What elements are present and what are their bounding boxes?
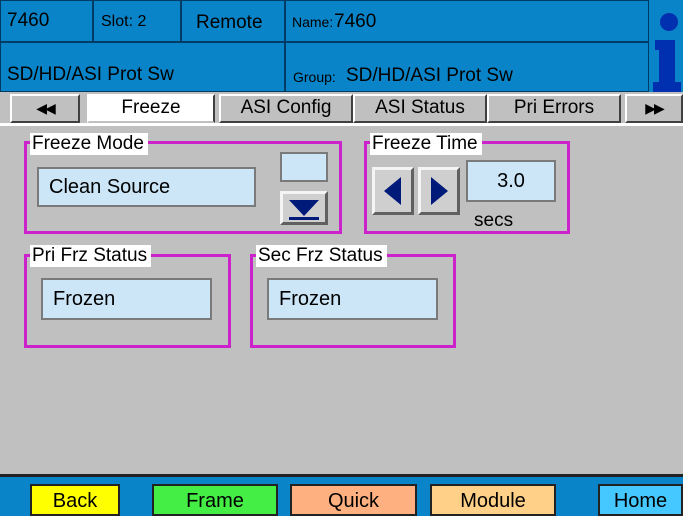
tab-label: ASI Config bbox=[240, 97, 332, 118]
group-value: SD/HD/ASI Prot Sw bbox=[346, 65, 513, 86]
freeze-mode-list-box bbox=[280, 152, 328, 182]
sec-frz-status-value: Frozen bbox=[267, 278, 438, 320]
name-cell: Name: 7460 bbox=[285, 0, 649, 42]
tab-scroll-left[interactable]: ◀◀ bbox=[10, 94, 80, 123]
tab-underline bbox=[0, 123, 683, 126]
remote-mode: Remote bbox=[196, 12, 263, 33]
freeze-time-decrement-button[interactable] bbox=[372, 167, 414, 215]
scroll-left-icon: ◀◀ bbox=[36, 100, 55, 116]
mode-cell: Remote bbox=[181, 0, 285, 42]
module-button[interactable]: Module bbox=[430, 484, 556, 516]
pri-frz-status-title: Pri Frz Status bbox=[30, 245, 152, 267]
frame-id-cell: 7460 bbox=[0, 0, 93, 42]
tab-asi-config[interactable]: ASI Config bbox=[219, 94, 353, 123]
name-value: 7460 bbox=[334, 11, 377, 32]
scroll-right-icon: ▶▶ bbox=[645, 100, 664, 116]
frame-id: 7460 bbox=[7, 10, 50, 31]
freeze-mode-dropdown-button[interactable] bbox=[280, 191, 328, 225]
tab-label: Freeze bbox=[121, 97, 181, 118]
tab-freeze[interactable]: Freeze bbox=[87, 94, 215, 123]
tab-label: Pri Errors bbox=[513, 97, 595, 118]
triangle-right-icon bbox=[431, 177, 448, 205]
freeze-mode-value[interactable]: Clean Source bbox=[37, 167, 256, 207]
pri-frz-status-value: Frozen bbox=[41, 278, 212, 320]
sec-frz-status-title: Sec Frz Status bbox=[256, 245, 387, 267]
group-cell: Group: SD/HD/ASI Prot Sw bbox=[285, 42, 649, 92]
group-key: Group: bbox=[293, 69, 336, 85]
triangle-down-icon bbox=[289, 200, 319, 220]
tab-label: ASI Status bbox=[375, 97, 465, 118]
slot-cell: Slot: 2 bbox=[93, 0, 181, 42]
module-type: SD/HD/ASI Prot Sw bbox=[7, 64, 174, 85]
tab-scroll-right[interactable]: ▶▶ bbox=[625, 94, 683, 123]
tab-pri-errors[interactable]: Pri Errors bbox=[487, 94, 621, 123]
info-icon[interactable] bbox=[649, 8, 683, 92]
freeze-time-title: Freeze Time bbox=[370, 133, 482, 155]
freeze-mode-title: Freeze Mode bbox=[30, 133, 148, 155]
quick-button[interactable]: Quick bbox=[290, 484, 417, 516]
freeze-time-value[interactable]: 3.0 bbox=[466, 160, 556, 202]
bottom-bar-divider bbox=[0, 474, 683, 477]
triangle-left-icon bbox=[384, 177, 401, 205]
frame-button[interactable]: Frame bbox=[152, 484, 278, 516]
back-button[interactable]: Back bbox=[30, 484, 120, 516]
tab-asi-status[interactable]: ASI Status bbox=[353, 94, 487, 123]
freeze-time-increment-button[interactable] bbox=[418, 167, 460, 215]
name-key: Name: bbox=[292, 14, 334, 30]
home-button[interactable]: Home bbox=[598, 484, 683, 516]
freeze-time-unit: secs bbox=[474, 210, 514, 231]
module-type-cell: SD/HD/ASI Prot Sw bbox=[0, 42, 285, 92]
slot-label: Slot: 2 bbox=[101, 13, 147, 30]
